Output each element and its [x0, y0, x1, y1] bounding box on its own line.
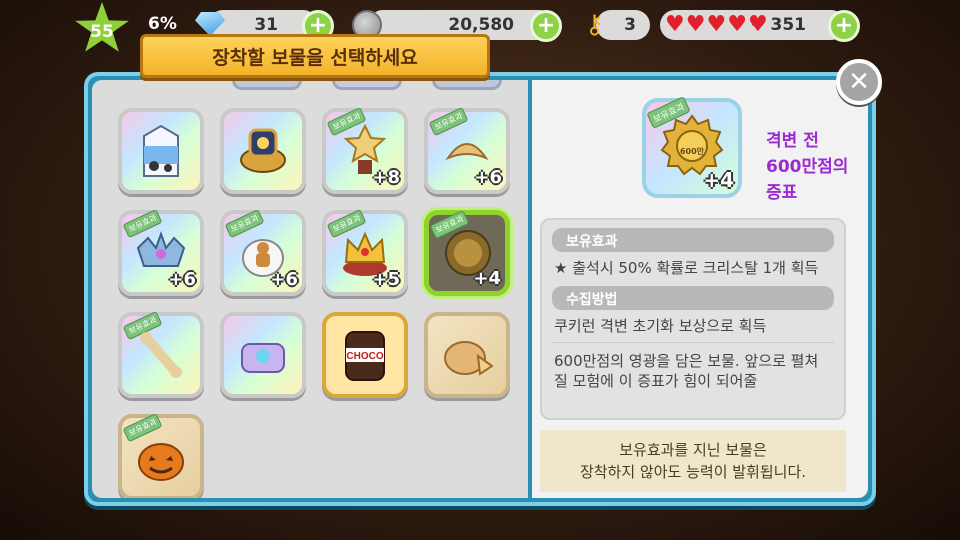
key-count: 3 — [624, 15, 636, 35]
treasure-description: 600만점의 영광을 담은 보물. 앞으로 펼쳐질 모험에 이 증표가 힘이 되… — [554, 352, 819, 390]
treasure-count: +6 — [474, 167, 502, 188]
treasure-name: 격변 전 600만점의 증표 — [766, 128, 868, 206]
crystal-count: 31 — [254, 15, 278, 35]
treasure-detail-panel: 보유효과 600만 +4 격변 전 600만점의 증표 보유효과 ★ 출석시 5… — [532, 80, 868, 498]
treasure-select-dialog: 보유효과 +8 보유효과 +6 보유효과 +6 보유효과 +6 보유효과 +5 … — [84, 72, 876, 506]
treasure-tile-fortune-cookie[interactable]: 보유효과 +6 — [424, 106, 510, 194]
close-button[interactable]: ✕ — [836, 59, 882, 105]
treasure-tile-trophy-50[interactable]: 보유효과 +8 — [322, 106, 408, 194]
treasure-count: +5 — [372, 269, 400, 290]
treasure-tile-milk[interactable] — [118, 108, 204, 194]
buy-heart-button[interactable]: + — [828, 10, 860, 42]
treasure-grid[interactable]: 보유효과 +8 보유효과 +6 보유효과 +6 보유효과 +6 보유효과 +5 … — [92, 80, 528, 498]
scrolled-tile-edge — [332, 80, 402, 90]
pumpkin-icon — [134, 428, 188, 486]
treasure-tile-medal-600-selected[interactable]: 보유효과 +4 — [424, 209, 510, 296]
buy-coin-button[interactable]: + — [530, 10, 562, 42]
key-icon: ⚷ — [585, 10, 605, 40]
treasure-count: +4 — [473, 268, 501, 289]
treasure-tile-gingerbread-bag[interactable]: 보유효과 +6 — [220, 208, 306, 296]
heart-icon: ♥ — [706, 12, 727, 37]
heart-icon: ♥ — [747, 12, 768, 37]
level-star-icon: 55 — [75, 2, 129, 52]
exp-percent: 6% — [148, 14, 177, 34]
scrolled-tile-edge — [232, 80, 302, 90]
medal-text: 600만 — [680, 146, 705, 156]
dialog-title: 장착할 보물을 선택하세요 — [140, 34, 490, 78]
treasure-tile-pumpkin[interactable]: 보유효과 — [118, 412, 204, 498]
notice-line2: 장착하지 않아도 능력이 발휘됩니다. — [579, 463, 807, 481]
treasure-tile-crown[interactable]: 보유효과 +5 — [322, 208, 408, 296]
heart-icon: ♥ — [685, 12, 706, 37]
hearts-row: ♥ ♥ ♥ ♥ ♥ — [665, 13, 768, 37]
method-text: 쿠키런 격변 초기화 보상으로 획득 — [554, 317, 767, 335]
choco-jar-icon: CHOCO — [338, 326, 392, 384]
treasure-count: +6 — [270, 269, 298, 290]
detail-treasure-tile: 보유효과 600만 +4 — [642, 96, 742, 198]
treasure-tile-bone[interactable]: 보유효과 — [118, 310, 204, 398]
treasure-tile-choco-jar[interactable]: CHOCO — [322, 312, 408, 398]
method-header: 수집방법 — [552, 286, 834, 310]
treasure-tile-compass[interactable] — [220, 108, 306, 194]
effect-notice: 보유효과를 지닌 보물은 장착하지 않아도 능력이 발휘됩니다. — [540, 430, 846, 492]
divider — [552, 342, 834, 343]
treasure-name-line2: 600만점의 증표 — [766, 157, 849, 203]
effect-text: ★ 출석시 50% 확률로 크리스탈 1개 획득 — [554, 259, 819, 277]
pie-icon — [440, 326, 494, 384]
compass-icon — [236, 122, 290, 180]
treasure-tile-jewel-box[interactable] — [220, 312, 306, 398]
heart-icon: ♥ — [665, 12, 685, 37]
coin-count: 20,580 — [448, 15, 514, 35]
treasure-count: +6 — [168, 269, 196, 290]
choco-label: CHOCO — [346, 351, 383, 362]
treasure-name-line1: 격변 전 — [766, 131, 819, 151]
treasure-tile-pie[interactable] — [424, 312, 510, 398]
detail-count: +4 — [703, 168, 734, 192]
treasure-info-box[interactable]: 보유효과 ★ 출석시 50% 확률로 크리스탈 1개 획득 수집방법 쿠키런 격… — [540, 218, 846, 420]
treasure-tile-tiara[interactable]: 보유효과 +6 — [118, 208, 204, 296]
close-icon: ✕ — [848, 67, 870, 97]
heart-icon: ♥ — [727, 12, 747, 37]
milk-carton-icon — [134, 122, 188, 180]
jewel-box-icon — [236, 326, 290, 384]
notice-line1: 보유효과를 지닌 보물은 — [619, 441, 767, 459]
bone-icon — [134, 326, 188, 384]
effect-header: 보유효과 — [552, 228, 834, 252]
level-value: 55 — [90, 22, 114, 42]
treasure-count: +8 — [372, 167, 400, 188]
scrolled-tile-edge — [432, 80, 502, 90]
bullet-star-icon: ★ — [554, 259, 573, 277]
